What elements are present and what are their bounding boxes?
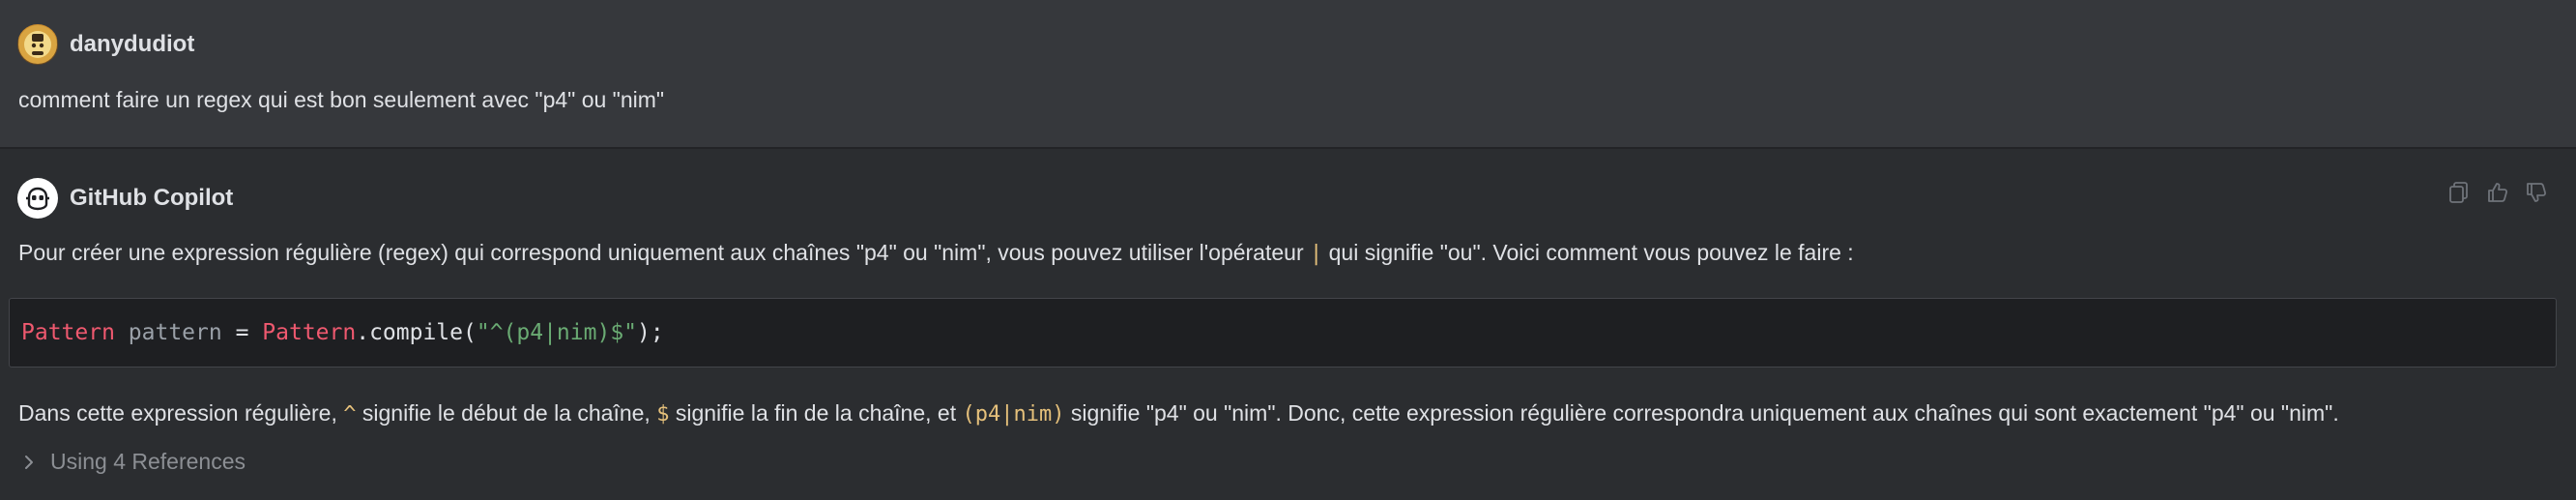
copilot-explanation-text: Dans cette expression régulière, ^ signi…: [18, 400, 2339, 426]
inline-code-group: (p4|nim): [962, 402, 1065, 426]
code-call-token: .compile(: [356, 320, 477, 345]
code-string-token: "^(p4|nim)$": [476, 320, 638, 345]
code-variable-token: pattern: [128, 320, 222, 345]
copilot-intro-text: Pour créer une expression régulière (reg…: [18, 240, 1854, 266]
message-actions: [2446, 180, 2549, 205]
inline-code-caret: ^: [343, 402, 357, 426]
code-assign-token: =: [221, 320, 263, 345]
intro-text-after: qui signifie "ou". Voici comment vous po…: [1322, 240, 1854, 265]
intro-text-before: Pour créer une expression régulière (reg…: [18, 240, 1310, 265]
thumbs-down-icon[interactable]: [2524, 180, 2549, 205]
explanation-part: Dans cette expression régulière,: [18, 400, 344, 426]
code-block[interactable]: Pattern pattern = Pattern .compile("^(p4|…: [9, 298, 2557, 368]
inline-code-pipe: |: [1310, 242, 1323, 266]
user-message-header: danydudiot: [17, 24, 194, 65]
code-class-token: Pattern: [262, 320, 357, 345]
thumbs-up-icon[interactable]: [2485, 180, 2510, 205]
explanation-part: signifie le début de la chaîne,: [356, 400, 657, 426]
user-avatar-icon: [17, 24, 58, 65]
inline-code-dollar: $: [656, 402, 670, 426]
copilot-message: GitHub Copilot Pour créer une expression…: [0, 149, 2576, 500]
user-author-name: danydudiot: [70, 31, 195, 57]
explanation-part: signifie "p4" ou "nim". Donc, cette expr…: [1064, 400, 2339, 426]
copilot-message-header: GitHub Copilot: [17, 178, 233, 219]
code-end-token: );: [637, 320, 664, 345]
copilot-author-name: GitHub Copilot: [70, 185, 234, 211]
code-type-token: Pattern: [21, 320, 115, 345]
user-message-text: comment faire un regex qui est bon seule…: [18, 87, 665, 112]
references-label: Using 4 References: [50, 449, 246, 474]
copy-icon[interactable]: [2446, 180, 2472, 205]
chevron-right-icon: [23, 454, 35, 471]
references-toggle[interactable]: Using 4 References: [23, 449, 246, 475]
copilot-icon: [17, 178, 58, 219]
user-message: danydudiot comment faire un regex qui es…: [0, 0, 2576, 149]
explanation-part: signifie la fin de la chaîne, et: [669, 400, 963, 426]
